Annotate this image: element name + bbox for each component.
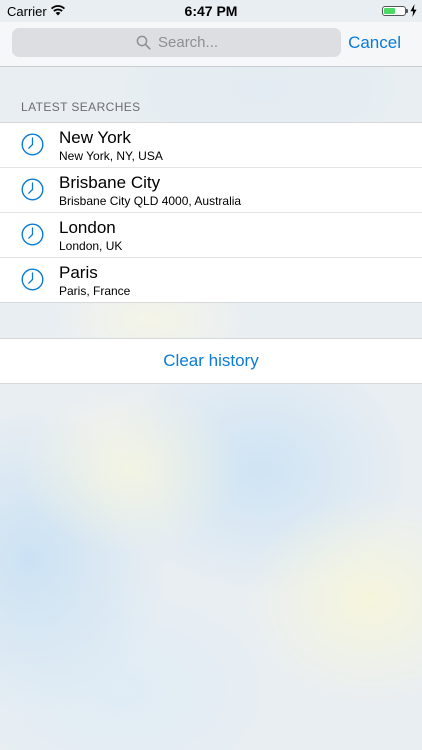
search-history-item[interactable]: Paris Paris, France	[0, 258, 422, 302]
clear-history-button[interactable]: Clear history	[0, 339, 422, 383]
battery-icon	[382, 6, 406, 16]
result-subtitle: London, UK	[59, 239, 123, 253]
result-title: Brisbane City	[59, 173, 161, 192]
latest-searches-list: New York New York, NY, USA Brisbane City…	[0, 122, 422, 303]
search-input[interactable]: Search...	[12, 28, 341, 57]
result-title: New York	[59, 128, 131, 147]
battery-tip	[406, 9, 408, 13]
clock-icon	[21, 268, 44, 291]
search-icon	[136, 35, 151, 50]
cancel-button[interactable]: Cancel	[348, 33, 401, 53]
status-bar: Carrier 6:47 PM	[0, 0, 422, 22]
search-bar: Search... Cancel	[0, 22, 422, 67]
search-history-item[interactable]: London London, UK	[0, 213, 422, 258]
clock-icon	[21, 133, 44, 156]
result-subtitle: New York, NY, USA	[59, 149, 163, 163]
battery-level	[384, 8, 395, 14]
search-history-item[interactable]: New York New York, NY, USA	[0, 123, 422, 168]
search-history-item[interactable]: Brisbane City Brisbane City QLD 4000, Au…	[0, 168, 422, 213]
result-subtitle: Paris, France	[59, 284, 131, 298]
result-title: Paris	[59, 263, 98, 282]
status-time: 6:47 PM	[184, 3, 238, 19]
clear-history-panel: Clear history	[0, 338, 422, 384]
search-placeholder: Search...	[158, 34, 219, 51]
result-subtitle: Brisbane City QLD 4000, Australia	[59, 194, 242, 208]
latest-searches-header: LATEST SEARCHES	[21, 100, 141, 114]
clock-icon	[21, 178, 44, 201]
charging-bolt-icon	[410, 4, 417, 17]
result-title: London	[59, 218, 116, 237]
clock-icon	[21, 223, 44, 246]
